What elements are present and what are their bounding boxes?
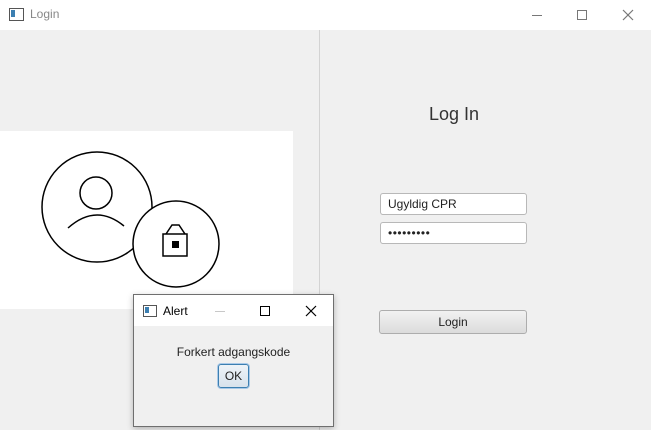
maximize-icon [260, 305, 270, 316]
minimize-icon [532, 15, 542, 16]
login-button[interactable]: Login [379, 310, 527, 334]
alert-ok-button[interactable]: OK [218, 364, 249, 388]
app-icon [9, 8, 24, 21]
alert-dialog[interactable]: Alert Forkert adgangskode OK [133, 294, 334, 427]
maximize-button[interactable] [559, 0, 605, 30]
alert-message: Forkert adgangskode [176, 345, 291, 359]
login-button-label: Login [438, 315, 468, 329]
alert-title: Alert [163, 304, 188, 318]
window-titlebar[interactable]: Login [0, 0, 651, 30]
alert-ok-label: OK [224, 369, 243, 383]
close-icon [622, 9, 634, 21]
alert-titlebar[interactable]: Alert [134, 295, 333, 326]
password-input[interactable]: ••••••••• [380, 222, 527, 244]
alert-close-button[interactable] [291, 295, 331, 326]
close-icon [305, 305, 317, 316]
alert-minimize-button [200, 295, 240, 326]
maximize-icon [577, 10, 587, 20]
minimize-button[interactable] [514, 0, 560, 30]
cpr-input[interactable]: Ugyldig CPR [380, 193, 527, 215]
close-button[interactable] [605, 0, 651, 30]
login-illustration-panel [0, 131, 293, 309]
user-lock-icon [41, 151, 220, 288]
alert-maximize-button[interactable] [245, 295, 285, 326]
login-heading: Log In [428, 104, 480, 124]
alert-app-icon [143, 305, 157, 317]
minimize-icon [215, 310, 225, 312]
window-title: Login [30, 7, 60, 21]
